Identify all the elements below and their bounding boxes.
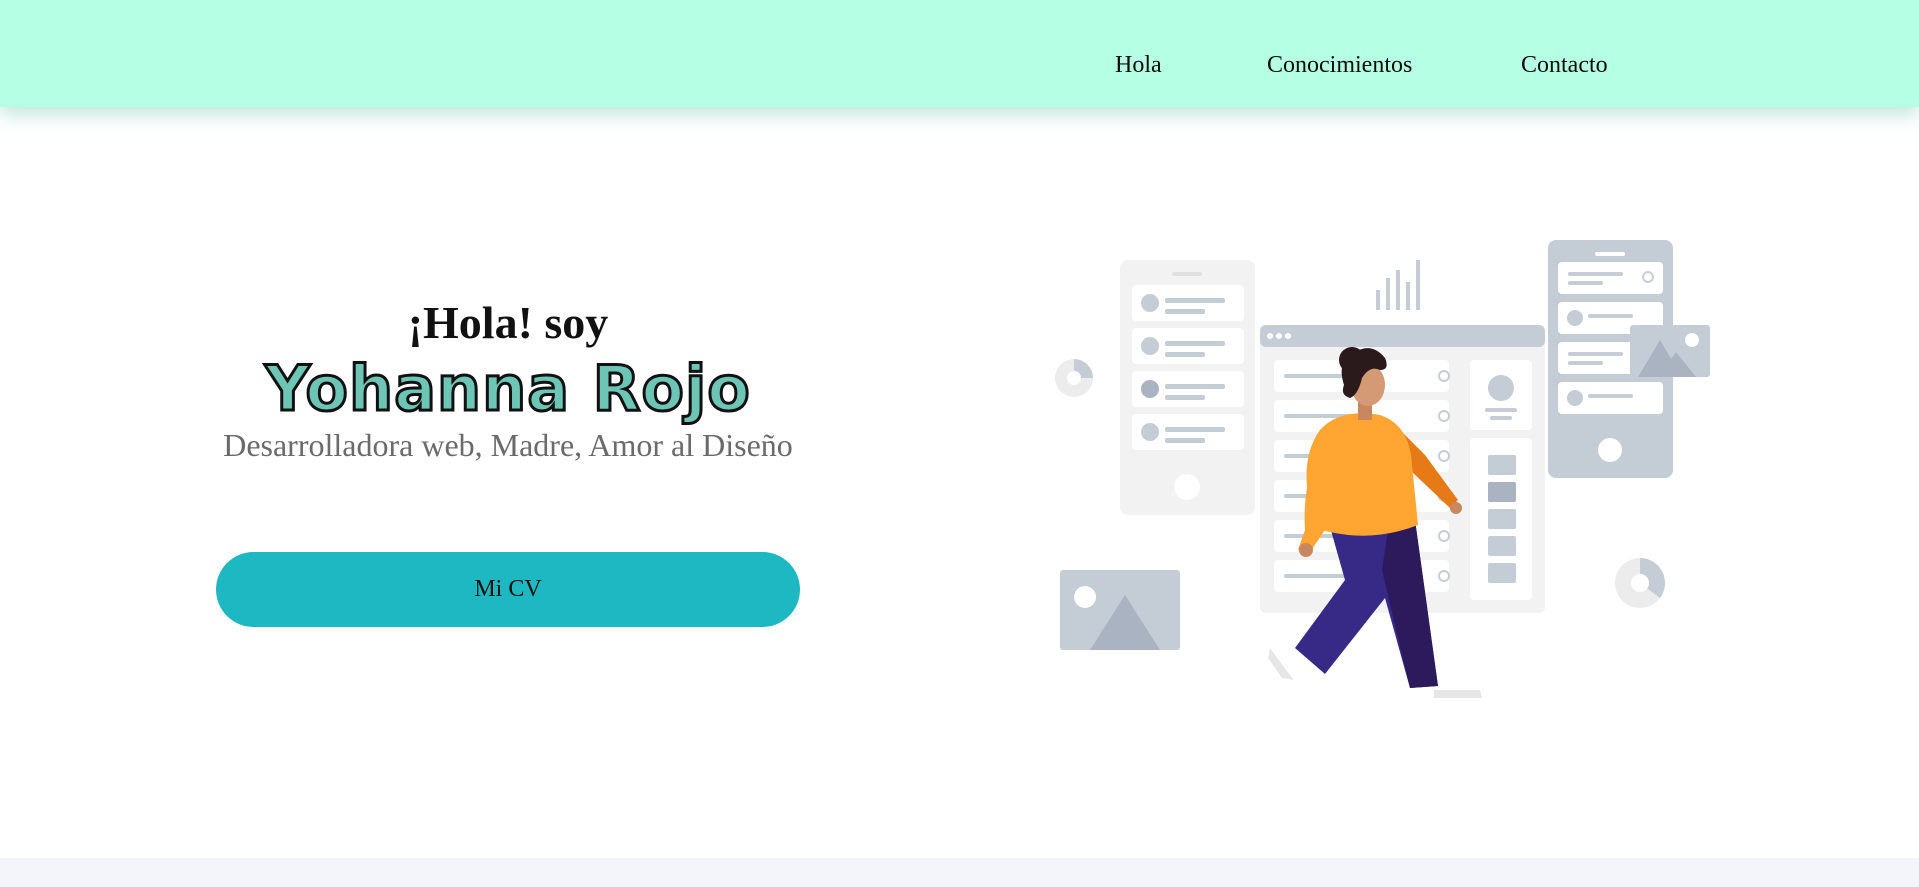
nav-link-hola[interactable]: Hola	[1115, 52, 1162, 79]
left-phone-card	[1120, 260, 1255, 515]
hero-name: Yohanna Rojo	[264, 352, 752, 425]
pie-chart-icon	[1615, 558, 1665, 608]
image-icon	[1060, 570, 1180, 650]
image-icon	[1630, 325, 1710, 377]
bar-chart-icon	[1376, 260, 1420, 310]
nav-link-contacto[interactable]: Contacto	[1521, 52, 1608, 79]
nav-link-conocimientos[interactable]: Conocimientos	[1267, 52, 1412, 79]
top-navbar: Hola Conocimientos Contacto	[0, 0, 1919, 107]
pie-chart-icon	[1055, 359, 1093, 397]
hero-tagline: Desarrolladora web, Madre, Amor al Diseñ…	[223, 427, 793, 463]
woman-walking-dashboard-illustration	[1055, 240, 1710, 698]
hero-intro: ¡Hola! soy Yohanna Rojo Desarrolladora w…	[216, 300, 800, 463]
footer-strip	[0, 858, 1919, 887]
hero-greeting: ¡Hola! soy	[407, 297, 609, 348]
cv-button[interactable]: Mi CV	[216, 552, 800, 627]
